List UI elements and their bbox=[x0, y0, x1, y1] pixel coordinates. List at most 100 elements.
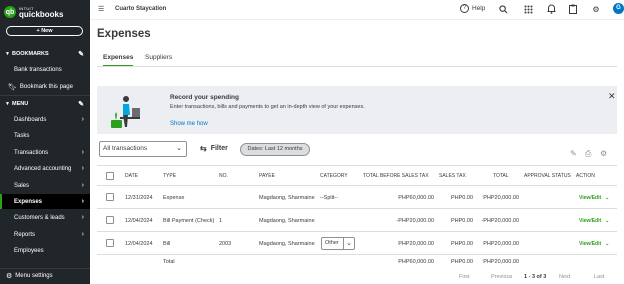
category-select[interactable]: Other ⌄ bbox=[321, 237, 355, 250]
quickbooks-logo[interactable]: qb INTUIT quickbooks bbox=[4, 5, 63, 19]
row-before-tax: -PHP20,000.00 bbox=[396, 218, 434, 224]
settings-icon[interactable]: ⚙ bbox=[600, 149, 607, 158]
help-icon: ? bbox=[460, 4, 469, 13]
row-checkbox[interactable] bbox=[106, 239, 114, 247]
pencil-icon[interactable]: ✎ bbox=[78, 100, 84, 108]
table-row[interactable]: 12/04/2024 Bill 2003 Magdaong, Sharmaine… bbox=[97, 232, 617, 255]
show-me-how-link[interactable]: Show me how bbox=[170, 121, 208, 127]
date-filter-pill[interactable]: Dates: Last 12 months bbox=[240, 143, 310, 156]
view-edit-action[interactable]: View/Edit ⌄ bbox=[579, 218, 609, 224]
select-all-checkbox[interactable] bbox=[106, 172, 114, 180]
sidebar: qb INTUIT quickbooks + New ▼ BOOKMARKS ✎… bbox=[0, 0, 90, 284]
filter-label: Filter bbox=[210, 145, 228, 152]
chevron-down-icon[interactable]: ⌄ bbox=[343, 238, 354, 249]
top-bar: ☰ Cuarto Staycation ? Help ⚙ G bbox=[90, 0, 624, 20]
sidebar-item-employees[interactable]: Employees bbox=[0, 243, 90, 258]
sidebar-item-dashboards[interactable]: Dashboards › bbox=[0, 112, 90, 127]
row-date: 12/04/2024 bbox=[125, 241, 153, 247]
gear-icon[interactable]: ⚙ bbox=[591, 4, 601, 14]
col-sales-tax[interactable]: SALES TAX bbox=[439, 173, 466, 179]
sidebar-item-label: Customers & leads bbox=[14, 214, 65, 221]
pagination-previous[interactable]: Previous bbox=[491, 274, 512, 280]
close-icon[interactable]: ✕ bbox=[608, 91, 616, 102]
total-total: PHP20,000.00 bbox=[483, 259, 519, 265]
row-tax: PHP0.00 bbox=[450, 241, 473, 247]
sidebar-item-customers-leads[interactable]: Customers & leads › bbox=[0, 210, 90, 225]
bookmarks-header[interactable]: ▼ BOOKMARKS ✎ bbox=[0, 48, 90, 59]
bookmark-this-page[interactable]: 🔖︎ Bookmark this page bbox=[0, 79, 90, 94]
col-type[interactable]: TYPE bbox=[163, 173, 176, 179]
pagination-next[interactable]: Next bbox=[559, 274, 570, 280]
banner-illustration bbox=[111, 96, 140, 128]
filter-button[interactable]: ⇆ Filter bbox=[200, 144, 228, 153]
banner-description: Enter transactions, bills and payments t… bbox=[170, 104, 365, 110]
table-row[interactable]: 12/04/2024 Bill Payment (Check) 1 Magdao… bbox=[97, 209, 617, 232]
chevron-down-icon[interactable]: ⌄ bbox=[605, 241, 609, 247]
chevron-down-icon[interactable]: ⌄ bbox=[605, 218, 609, 224]
sidebar-item-label: Sales bbox=[14, 182, 30, 189]
search-icon[interactable] bbox=[498, 4, 508, 14]
chevron-down-icon[interactable]: ⌄ bbox=[605, 195, 609, 201]
pencil-icon[interactable]: ✎ bbox=[78, 50, 84, 58]
total-row: Total PHP60,000.00 PHP0.00 PHP20,000.00 bbox=[97, 255, 617, 269]
avatar[interactable]: G bbox=[613, 3, 624, 14]
sidebar-item-reports[interactable]: Reports › bbox=[0, 227, 90, 242]
menu-label: MENU bbox=[12, 100, 29, 107]
col-category[interactable]: CATEGORY bbox=[320, 173, 348, 179]
view-edit-action[interactable]: View/Edit ⌄ bbox=[579, 195, 609, 201]
bookmark-label: Bank transactions bbox=[14, 66, 62, 73]
help-button[interactable]: ? Help bbox=[460, 4, 485, 13]
chevron-right-icon: › bbox=[81, 182, 84, 189]
sidebar-item-label: Expenses bbox=[14, 198, 43, 205]
sidebar-item-transactions[interactable]: Transactions › bbox=[0, 145, 90, 160]
hamburger-menu-icon[interactable]: ☰ bbox=[98, 5, 104, 13]
gear-icon: ⚙ bbox=[6, 272, 13, 280]
menu-settings[interactable]: ⚙ Menu settings bbox=[0, 268, 90, 282]
filter-icon: ⇆ bbox=[200, 144, 207, 153]
transaction-type-value: All transactions bbox=[103, 145, 148, 152]
view-edit-link[interactable]: View/Edit bbox=[579, 195, 601, 201]
col-no[interactable]: NO. bbox=[219, 173, 228, 179]
view-edit-action[interactable]: View/Edit ⌄ bbox=[579, 241, 609, 247]
chevron-right-icon: › bbox=[81, 231, 84, 238]
view-edit-link[interactable]: View/Edit bbox=[579, 218, 601, 224]
row-date: 12/31/2024 bbox=[125, 195, 153, 201]
sidebar-item-label: Employees bbox=[14, 247, 44, 254]
clipboard-icon[interactable] bbox=[568, 4, 578, 14]
sidebar-item-sales[interactable]: Sales › bbox=[0, 178, 90, 193]
col-total-before-tax[interactable]: TOTAL BEFORE SALES TAX bbox=[363, 173, 429, 179]
sidebar-item-label: Tasks bbox=[14, 132, 30, 139]
qb-logo-icon: qb bbox=[4, 6, 16, 18]
row-tax: PHP0.00 bbox=[450, 218, 473, 224]
bell-icon[interactable] bbox=[546, 4, 556, 14]
sidebar-item-advanced-accounting[interactable]: Advanced accounting › bbox=[0, 161, 90, 176]
table-row[interactable]: 12/31/2024 Expense Magdaong, Sharmaine -… bbox=[97, 186, 617, 209]
new-button[interactable]: + New bbox=[6, 26, 83, 36]
bookmark-item-bank-transactions[interactable]: Bank transactions bbox=[0, 62, 90, 77]
company-name: Cuarto Staycation bbox=[115, 6, 167, 12]
row-checkbox[interactable] bbox=[106, 193, 114, 201]
row-checkbox[interactable] bbox=[106, 216, 114, 224]
col-date[interactable]: DATE bbox=[125, 173, 138, 179]
tab-suppliers[interactable]: Suppliers bbox=[145, 54, 172, 65]
pagination-last[interactable]: Last bbox=[594, 274, 604, 280]
sidebar-item-expenses[interactable]: Expenses › bbox=[0, 194, 90, 209]
view-edit-link[interactable]: View/Edit bbox=[579, 241, 601, 247]
transaction-type-select[interactable]: All transactions ⌄ bbox=[99, 141, 187, 157]
apps-grid-icon[interactable] bbox=[523, 4, 533, 14]
chevron-right-icon: › bbox=[81, 116, 84, 123]
sidebar-item-tasks[interactable]: Tasks bbox=[0, 128, 90, 143]
row-type: Expense bbox=[163, 195, 185, 201]
logo-bottom-text: quickbooks bbox=[19, 10, 64, 19]
record-spending-banner: Record your spending Enter transactions,… bbox=[97, 86, 617, 134]
col-approval-status[interactable]: APPROVAL STATUS bbox=[524, 173, 571, 179]
row-payee: Magdaong, Sharmaine bbox=[259, 195, 315, 201]
sidebar-item-label: Dashboards bbox=[14, 116, 47, 123]
col-payee[interactable]: PAYEE bbox=[259, 173, 275, 179]
pagination-first[interactable]: First bbox=[459, 274, 470, 280]
row-total: PHP20,000.00 bbox=[483, 195, 519, 201]
col-total[interactable]: TOTAL bbox=[493, 173, 509, 179]
edit-icon[interactable]: ✎ bbox=[570, 149, 577, 158]
menu-header[interactable]: ▼ MENU ✎ bbox=[0, 98, 90, 109]
print-icon[interactable]: ⎙ bbox=[585, 149, 591, 159]
